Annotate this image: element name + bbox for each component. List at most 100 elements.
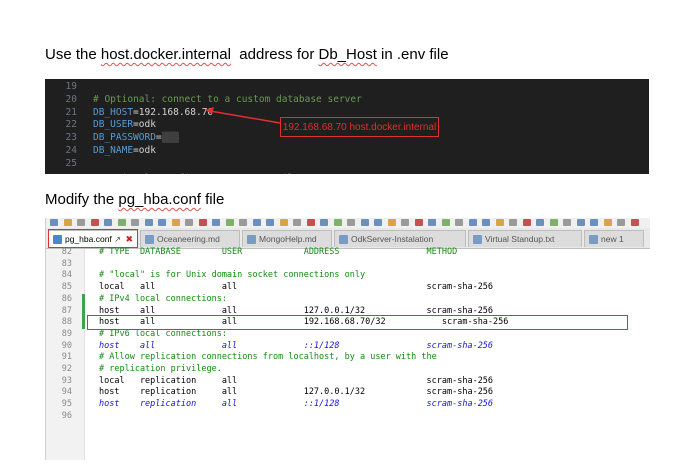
toolbar-icon[interactable] — [63, 219, 72, 226]
toolbar-icon[interactable] — [603, 219, 612, 226]
tab-label: MongoHelp.md — [259, 234, 317, 244]
toolbar-icon[interactable] — [441, 219, 450, 226]
toolbar-icon[interactable] — [50, 219, 58, 226]
heading-text: in .env file — [376, 46, 449, 63]
toolbar-icon[interactable] — [252, 219, 261, 226]
toolbar-icon[interactable] — [617, 219, 625, 226]
tab-label: new 1 — [601, 234, 624, 244]
toolbar-icon[interactable] — [185, 219, 193, 226]
conf-line: # IPv4 local connections: — [99, 293, 227, 304]
line-number: 84 — [61, 270, 72, 281]
toolbar-icon[interactable] — [212, 219, 220, 226]
toolbar-icon[interactable] — [104, 219, 112, 226]
toolbar-icon[interactable] — [455, 219, 463, 226]
file-icon — [589, 235, 598, 244]
heading-text: file — [200, 191, 225, 208]
heading-pghba-instructions: Modify the pg_hba.conf file — [45, 191, 224, 208]
toolbar-icon[interactable] — [158, 219, 166, 226]
toolbar — [46, 218, 650, 228]
toolbar-icon[interactable] — [171, 219, 180, 226]
conf-line: local all all scram-sha-256 — [99, 282, 494, 293]
active-tab-highlight — [48, 229, 138, 248]
file-icon — [473, 235, 482, 244]
line-88-highlight — [87, 315, 628, 330]
toolbar-icon[interactable] — [495, 219, 504, 226]
line-number-gutter: 82 83 84 85 86 87 88 89 90 91 92 93 94 95 96 — [46, 247, 85, 460]
toolbar-icon[interactable] — [360, 219, 369, 226]
toolbar-icon[interactable] — [293, 219, 301, 226]
tab-virtual-standup-txt[interactable]: Virtual Standup.txt — [468, 230, 582, 247]
tab-label: Oceaneering.md — [157, 234, 220, 244]
notepadpp-window: pg_hba.conf ↗ ✖ Oceaneering.md MongoHelp.md O… — [45, 218, 650, 460]
conf-line: host all all 127.0.0.1/32 scram-sha-256 — [99, 305, 494, 316]
line-number: 91 — [61, 352, 72, 363]
line-number: 90 — [61, 340, 72, 351]
toolbar-icon[interactable] — [563, 219, 571, 226]
toolbar-icon[interactable] — [576, 219, 585, 226]
toolbar-icon[interactable] — [144, 219, 153, 226]
toolbar-icon[interactable] — [279, 219, 288, 226]
toolbar-icon[interactable] — [90, 219, 99, 226]
callout-arrow — [205, 107, 281, 124]
line-number: 95 — [61, 399, 72, 410]
toolbar-icon[interactable] — [117, 219, 126, 226]
tab-label: OdkServer-Instalation — [351, 234, 434, 244]
toolbar-icon[interactable] — [198, 219, 207, 226]
env-code-editor: 19 20 # Optional: connect to a custom data… — [45, 79, 649, 174]
heading-text: Use the — [45, 46, 101, 63]
toolbar-icon[interactable] — [482, 219, 490, 226]
toolbar-icon[interactable] — [590, 219, 598, 226]
conf-line: host replication all ::1/128 scram-sha-2… — [99, 399, 494, 410]
toolbar-icon[interactable] — [428, 219, 436, 226]
file-icon — [339, 235, 348, 244]
tab-new-1[interactable]: new 1 — [584, 230, 644, 247]
heading-text: address for — [230, 46, 319, 63]
conf-line: # Allow replication connections from loc… — [99, 352, 437, 363]
conf-line: # IPv6 local connections: — [99, 328, 227, 339]
toolbar-icon[interactable] — [333, 219, 342, 226]
toolbar-icon[interactable] — [549, 219, 558, 226]
line-number: 82 — [61, 247, 72, 257]
line-number: 96 — [61, 410, 72, 421]
line-number: 94 — [61, 387, 72, 398]
heading-term-dbhost: Db_Host — [318, 46, 377, 63]
toolbar-icon[interactable] — [387, 219, 396, 226]
toolbar-icon[interactable] — [239, 219, 247, 226]
toolbar-icon[interactable] — [225, 219, 234, 226]
toolbar-icon[interactable] — [630, 219, 639, 226]
file-icon — [145, 235, 154, 244]
toolbar-icon[interactable] — [509, 219, 517, 226]
toolbar-icon[interactable] — [522, 219, 531, 226]
toolbar-icon[interactable] — [306, 219, 315, 226]
conf-line: host all all ::1/128 scram-sha-256 — [99, 340, 494, 351]
heading-term-host: host.docker.internal — [100, 46, 231, 63]
tab-label: Virtual Standup.txt — [485, 234, 555, 244]
toolbar-icon[interactable] — [468, 219, 477, 226]
heading-env-instructions: Use the host.docker.internal address for… — [45, 46, 449, 63]
toolbar-icon[interactable] — [347, 219, 355, 226]
conf-line: # replication privilege. — [99, 364, 222, 374]
conf-line: # "local" is for Unix domain socket conn… — [99, 270, 366, 281]
toolbar-icon[interactable] — [374, 219, 382, 226]
line-number: 86 — [61, 293, 72, 304]
toolbar-icon[interactable] — [266, 219, 274, 226]
heading-term-pghba: pg_hba.conf — [118, 191, 201, 208]
line-number: 93 — [61, 375, 72, 386]
line-number: 88 — [61, 317, 72, 328]
conf-line: host replication all 127.0.0.1/32 scram-… — [99, 387, 494, 398]
line-number: 89 — [61, 328, 72, 339]
line-number: 87 — [61, 305, 72, 316]
conf-line: local replication all scram-sha-256 — [99, 375, 494, 386]
toolbar-icon[interactable] — [131, 219, 139, 226]
toolbar-icon[interactable] — [536, 219, 544, 226]
tab-oceaneering-md[interactable]: Oceaneering.md — [140, 230, 240, 247]
line-number: 83 — [61, 258, 72, 269]
toolbar-icon[interactable] — [414, 219, 423, 226]
tab-mongohelp-md[interactable]: MongoHelp.md — [242, 230, 332, 247]
tab-odkserver-instalation[interactable]: OdkServer-Instalation — [334, 230, 466, 247]
toolbar-icon[interactable] — [77, 219, 85, 226]
change-marker — [82, 293, 85, 329]
toolbar-icon[interactable] — [401, 219, 409, 226]
toolbar-icon[interactable] — [320, 219, 328, 226]
line-number: 85 — [61, 282, 72, 293]
